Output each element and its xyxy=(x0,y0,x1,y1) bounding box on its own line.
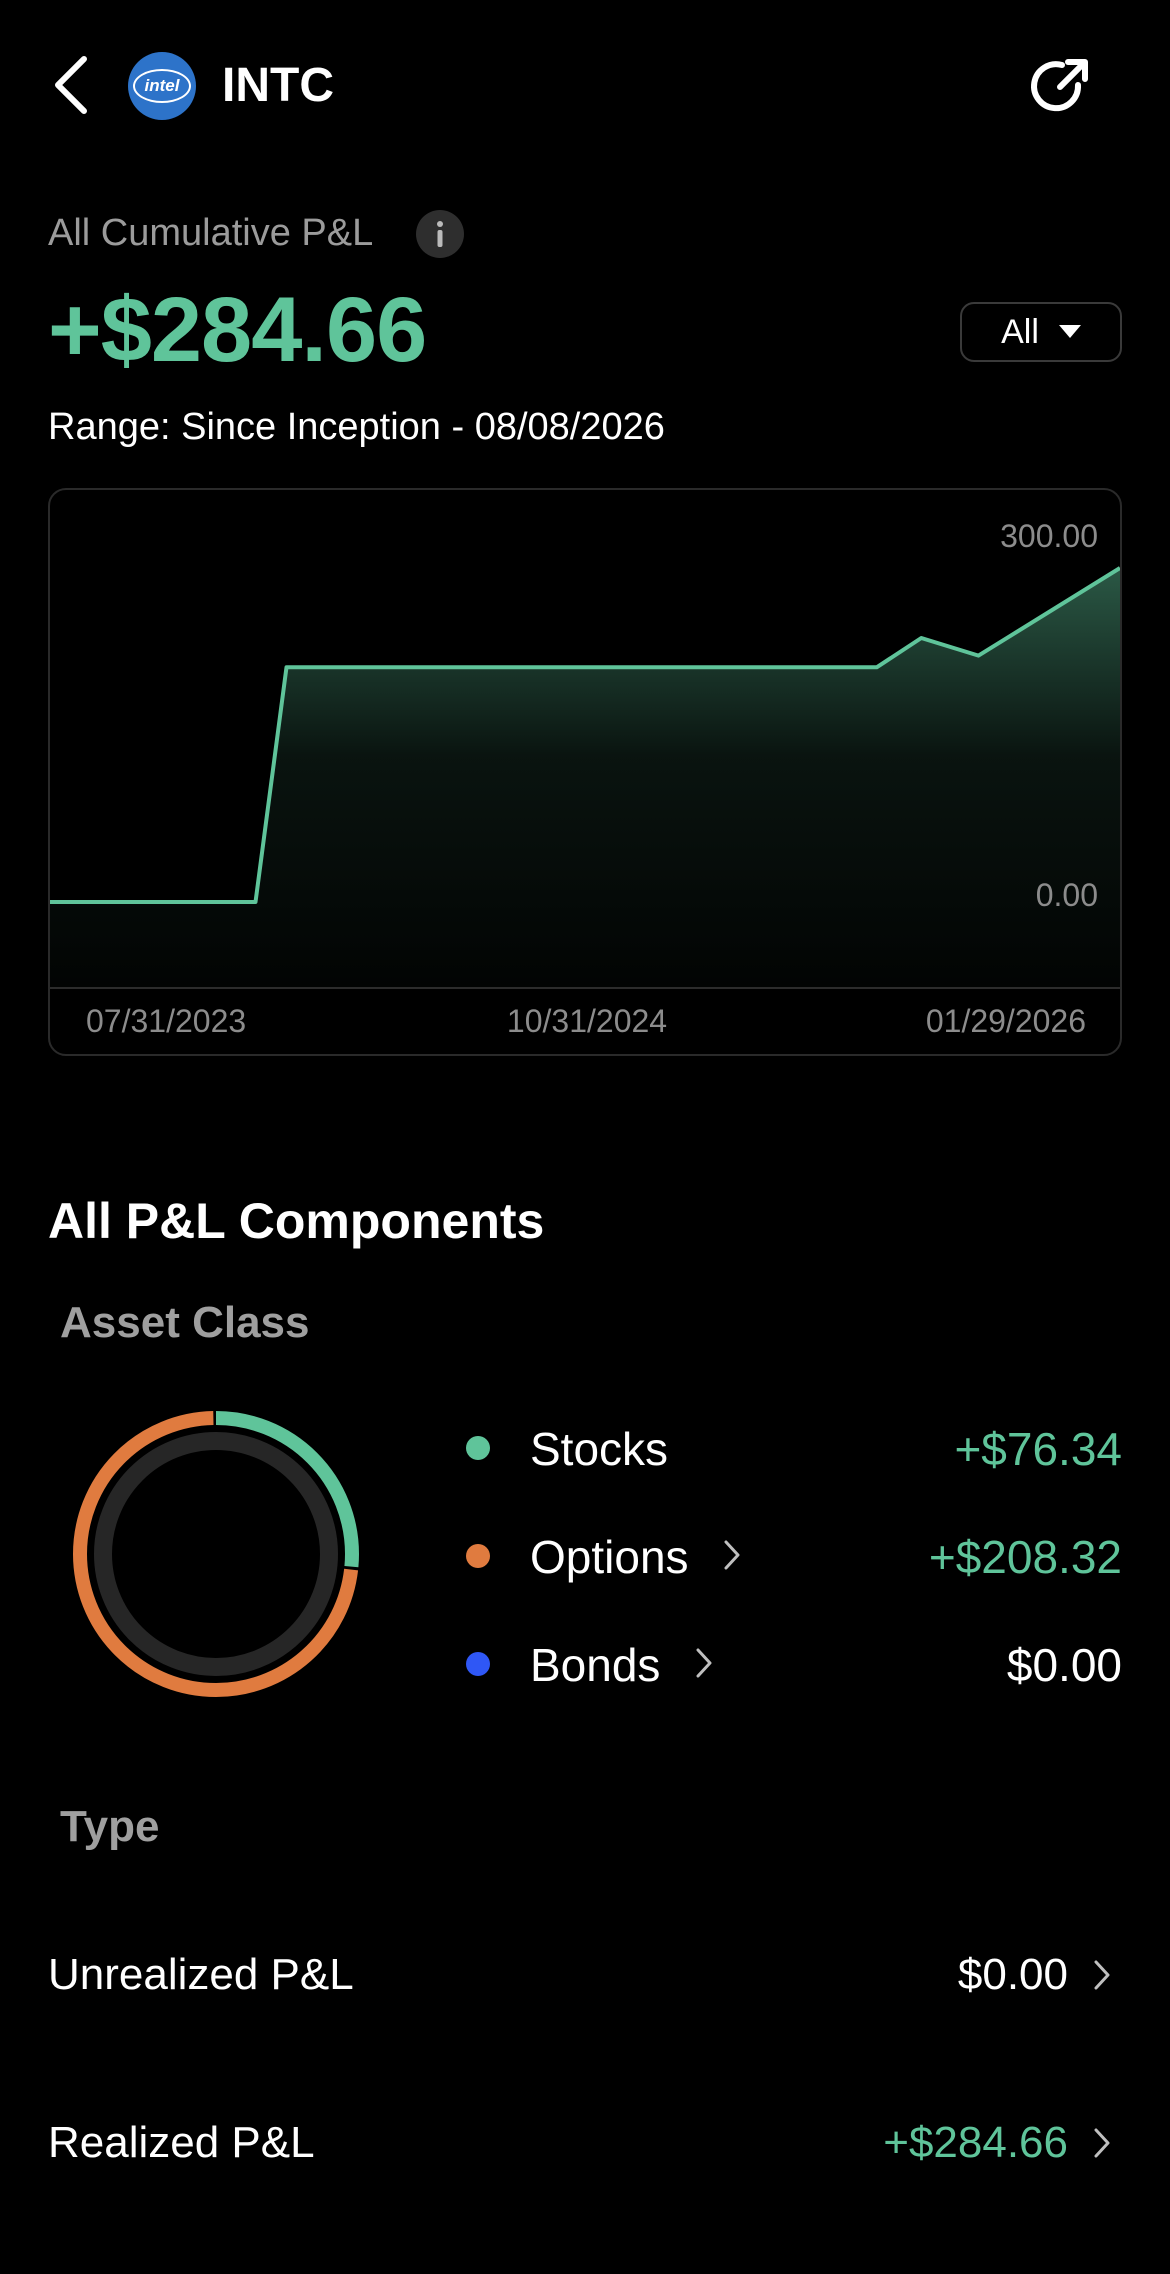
asset-row-bonds[interactable]: Bonds $0.00 xyxy=(466,1632,1122,1696)
asset-class-donut xyxy=(70,1408,362,1700)
bonds-label: Bonds xyxy=(530,1639,661,1691)
chevron-right-icon xyxy=(724,1540,740,1570)
caret-down-icon xyxy=(1058,325,1081,338)
ticker-title: INTC xyxy=(222,59,334,112)
period-filter-value: All xyxy=(1001,312,1039,351)
stocks-value: +$76.34 xyxy=(954,1423,1122,1475)
realized-pnl-row[interactable]: Realized P&L +$284.66 xyxy=(48,2112,1122,2176)
options-label: Options xyxy=(530,1531,689,1583)
y-tick-min: 0.00 xyxy=(1036,877,1098,913)
chevron-right-icon xyxy=(696,1648,712,1678)
chevron-right-icon xyxy=(1094,2128,1110,2158)
y-tick-max: 300.00 xyxy=(1000,518,1098,554)
options-color-dot xyxy=(466,1544,490,1568)
stocks-color-dot xyxy=(466,1436,490,1460)
pnl-chart: 300.00 0.00 07/31/2023 10/31/2024 01/29/… xyxy=(50,518,1120,1039)
chevron-right-icon xyxy=(1094,1960,1110,1990)
pnl-components-title: All P&L Components xyxy=(48,1193,545,1249)
x-tick-middle: 10/31/2024 xyxy=(507,1003,667,1039)
share-icon xyxy=(1031,59,1088,112)
stocks-label: Stocks xyxy=(530,1423,669,1475)
unrealized-pnl-row[interactable]: Unrealized P&L $0.00 xyxy=(48,1944,1122,2008)
bonds-color-dot xyxy=(466,1652,490,1676)
cumulative-pnl-amount: +$284.66 xyxy=(48,279,427,381)
bonds-value: $0.00 xyxy=(1006,1639,1122,1691)
back-button[interactable] xyxy=(48,55,98,115)
info-button[interactable] xyxy=(416,210,464,258)
unrealized-pnl-label: Unrealized P&L xyxy=(48,1950,354,1999)
unrealized-pnl-value: $0.00 xyxy=(957,1950,1068,1999)
options-value: +$208.32 xyxy=(928,1531,1122,1583)
share-button[interactable] xyxy=(1028,55,1092,119)
pnl-chart-card: 300.00 0.00 07/31/2023 10/31/2024 01/29/… xyxy=(48,488,1122,1056)
asset-class-title: Asset Class xyxy=(60,1298,310,1347)
realized-pnl-label: Realized P&L xyxy=(48,2118,315,2167)
period-filter-select[interactable]: All xyxy=(960,302,1122,362)
info-icon xyxy=(437,221,443,247)
asset-row-stocks: Stocks +$76.34 xyxy=(466,1416,1122,1480)
back-arrow-icon xyxy=(55,56,87,114)
intel-logo: intel xyxy=(128,52,196,120)
range-text: Range: Since Inception - 08/08/2026 xyxy=(48,406,665,448)
asset-row-options[interactable]: Options +$208.32 xyxy=(466,1524,1122,1588)
logo-text: intel xyxy=(144,76,180,95)
cumulative-pnl-label: All Cumulative P&L xyxy=(48,212,374,254)
realized-pnl-value: +$284.66 xyxy=(883,2118,1068,2167)
x-tick-start: 07/31/2023 xyxy=(86,1003,246,1039)
pnl-area xyxy=(50,568,1120,988)
x-tick-end: 01/29/2026 xyxy=(926,1003,1086,1039)
type-title: Type xyxy=(60,1802,160,1851)
